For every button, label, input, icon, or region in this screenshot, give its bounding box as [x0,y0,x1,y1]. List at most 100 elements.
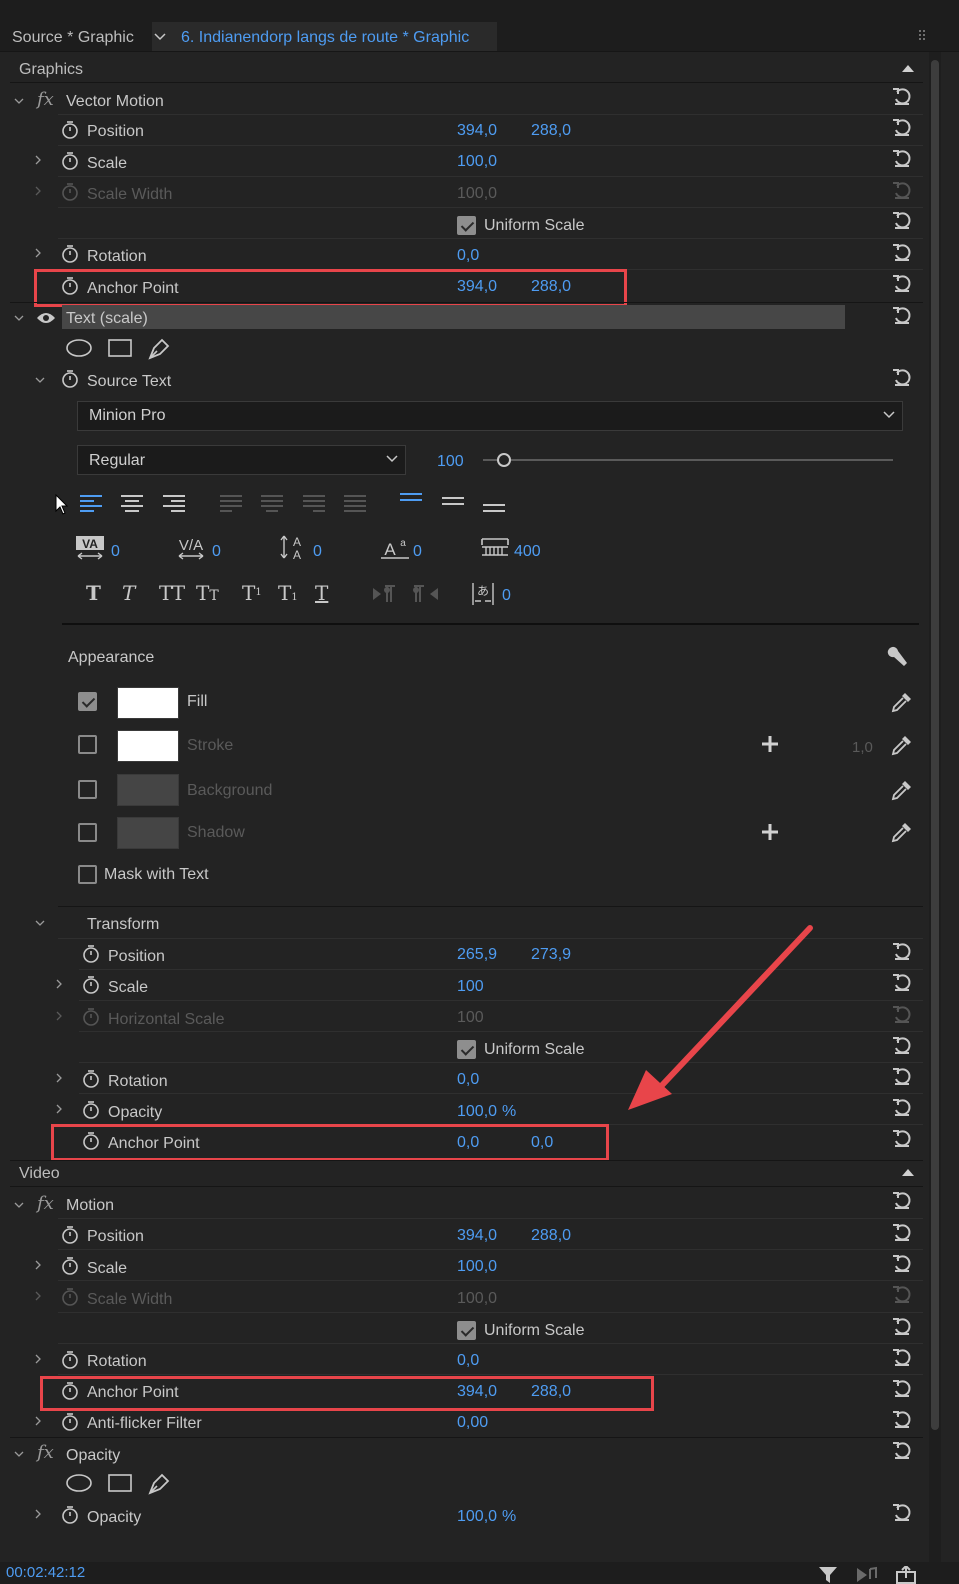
ellipse-mask-icon[interactable] [65,1473,93,1493]
scrollbar-thumb[interactable] [931,60,939,1430]
uniform-scale-checkbox[interactable] [457,1321,476,1340]
effect-opacity[interactable]: Opacity [66,1446,120,1466]
effect-vector-motion[interactable]: Vector Motion [66,92,164,112]
stopwatch-icon[interactable] [60,1350,80,1370]
twisty-right-icon[interactable] [33,1291,43,1301]
position-y-value[interactable]: 273,9 [531,945,571,965]
font-family-dropdown[interactable] [77,401,903,431]
font-size-slider-track[interactable] [483,459,893,461]
all-caps-icon[interactable]: TT [159,583,185,603]
uniform-scale-checkbox[interactable] [457,1040,476,1059]
scale-value[interactable]: 100 [457,977,484,997]
superscript-icon[interactable]: T1 [242,583,262,603]
chevron-down-icon[interactable] [882,410,896,420]
twisty-right-icon[interactable] [33,248,43,258]
reset-icon[interactable] [891,1222,913,1242]
reset-icon[interactable] [891,1190,913,1210]
align-center-icon[interactable] [120,494,144,514]
section-header-graphics[interactable]: Graphics [19,60,83,80]
twisty-down-icon[interactable] [14,313,24,323]
scale-value[interactable]: 100,0 [457,152,497,172]
tracking-value[interactable]: 0 [212,542,221,562]
stopwatch-icon[interactable] [60,1412,80,1432]
twisty-right-icon[interactable] [54,1011,64,1021]
rotation-value[interactable]: 0,0 [457,246,479,266]
stopwatch-icon[interactable] [60,151,80,171]
tsume-value[interactable]: 400 [514,542,541,562]
uniform-scale-checkbox[interactable] [457,216,476,235]
eye-icon[interactable] [36,311,56,325]
layer-row-highlight[interactable] [62,305,845,329]
reset-icon[interactable] [891,1253,913,1273]
reset-icon[interactable] [891,1316,913,1336]
position-x-value[interactable]: 265,9 [457,945,497,965]
reset-icon[interactable] [891,1066,913,1086]
shadow-checkbox[interactable] [78,823,97,842]
filter-icon[interactable] [818,1566,838,1584]
transform-heading[interactable]: Transform [87,915,159,935]
position-y-value[interactable]: 288,0 [531,121,571,141]
pen-mask-icon[interactable] [146,1471,172,1495]
font-size-value[interactable]: 100 [437,452,464,472]
eyedropper-icon[interactable] [890,820,914,844]
background-checkbox[interactable] [78,780,97,799]
effect-motion[interactable]: Motion [66,1196,114,1216]
reset-icon[interactable] [891,1440,913,1460]
baseline-shift-value[interactable]: 0 [413,542,422,562]
reset-icon[interactable] [891,210,913,230]
fill-color-swatch[interactable] [117,687,179,719]
reset-icon[interactable] [891,1097,913,1117]
align-right-icon[interactable] [162,494,186,514]
reset-icon[interactable] [891,1347,913,1367]
reset-icon[interactable] [891,242,913,262]
collapse-arrow-icon[interactable] [901,63,915,73]
reset-icon[interactable] [891,1378,913,1398]
reset-icon[interactable] [891,273,913,293]
antiflicker-value[interactable]: 0,00 [457,1413,488,1433]
reset-icon[interactable] [891,367,913,387]
eyedropper-icon[interactable] [890,733,914,757]
mask-with-text-checkbox[interactable] [78,865,97,884]
layer-name[interactable]: Text (scale) [66,309,148,329]
twisty-right-icon[interactable] [33,155,43,165]
reset-icon[interactable] [891,1502,913,1522]
reset-icon[interactable] [891,117,913,137]
background-color-swatch[interactable] [117,774,179,806]
add-icon[interactable] [761,823,779,841]
tab-width-value[interactable]: 0 [502,586,511,606]
stopwatch-icon[interactable] [60,244,80,264]
twisty-down-icon[interactable] [14,1200,24,1210]
wrench-icon[interactable] [887,645,909,669]
twisty-right-icon[interactable] [33,1509,43,1519]
align-left-icon[interactable] [79,494,103,514]
panel-menu-icon[interactable] [918,29,928,41]
position-y-value[interactable]: 288,0 [531,1226,571,1246]
pen-mask-icon[interactable] [146,336,172,360]
rectangle-mask-icon[interactable] [107,1473,133,1493]
kerning-value[interactable]: 0 [111,542,120,562]
position-x-value[interactable]: 394,0 [457,121,497,141]
scale-value[interactable]: 100,0 [457,1257,497,1277]
reset-icon[interactable] [891,972,913,992]
stopwatch-icon[interactable] [60,1505,80,1525]
leading-value[interactable]: 0 [313,542,322,562]
twisty-down-icon[interactable] [35,918,45,928]
align-top-icon[interactable] [399,492,423,506]
stopwatch-icon[interactable] [60,1225,80,1245]
stopwatch-icon[interactable] [81,975,101,995]
faux-italic-icon[interactable]: T [122,583,135,603]
twisty-right-icon[interactable] [33,1260,43,1270]
fill-checkbox[interactable] [78,692,97,711]
reset-icon[interactable] [891,1035,913,1055]
stopwatch-icon[interactable] [60,369,80,389]
stroke-color-swatch[interactable] [117,730,179,762]
rotation-value[interactable]: 0,0 [457,1070,479,1090]
eyedropper-icon[interactable] [890,778,914,802]
twisty-right-icon[interactable] [54,1104,64,1114]
eyedropper-icon[interactable] [890,690,914,714]
font-size-slider-thumb[interactable] [496,453,511,467]
twisty-right-icon[interactable] [54,979,64,989]
twisty-right-icon[interactable] [33,1354,43,1364]
align-middle-icon[interactable] [441,496,465,510]
twisty-right-icon[interactable] [33,1416,43,1426]
